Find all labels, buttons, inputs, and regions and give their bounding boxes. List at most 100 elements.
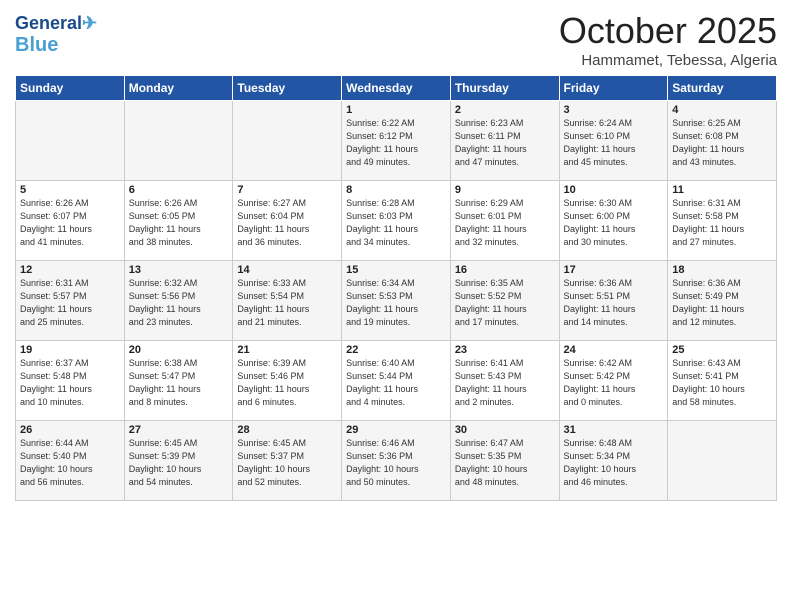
calendar-cell: 22Sunrise: 6:40 AM Sunset: 5:44 PM Dayli… [342,341,451,421]
day-number: 18 [672,264,772,276]
calendar-cell: 18Sunrise: 6:36 AM Sunset: 5:49 PM Dayli… [668,261,777,341]
day-info: Sunrise: 6:34 AM Sunset: 5:53 PM Dayligh… [346,277,446,329]
weekday-header-sunday: Sunday [16,76,125,101]
weekday-header-friday: Friday [559,76,668,101]
day-info: Sunrise: 6:36 AM Sunset: 5:49 PM Dayligh… [672,277,772,329]
day-number: 24 [564,344,664,356]
calendar-cell: 13Sunrise: 6:32 AM Sunset: 5:56 PM Dayli… [124,261,233,341]
day-number: 26 [20,424,120,436]
logo-blue: Blue [15,34,97,56]
day-number: 20 [129,344,229,356]
day-info: Sunrise: 6:42 AM Sunset: 5:42 PM Dayligh… [564,357,664,409]
calendar-cell: 27Sunrise: 6:45 AM Sunset: 5:39 PM Dayli… [124,421,233,501]
day-info: Sunrise: 6:29 AM Sunset: 6:01 PM Dayligh… [455,197,555,249]
day-number: 16 [455,264,555,276]
calendar-cell: 3Sunrise: 6:24 AM Sunset: 6:10 PM Daylig… [559,101,668,181]
day-info: Sunrise: 6:37 AM Sunset: 5:48 PM Dayligh… [20,357,120,409]
day-number: 4 [672,104,772,116]
day-info: Sunrise: 6:24 AM Sunset: 6:10 PM Dayligh… [564,117,664,169]
day-number: 27 [129,424,229,436]
calendar-week-0: 1Sunrise: 6:22 AM Sunset: 6:12 PM Daylig… [16,101,777,181]
logo-text: General✈ [15,14,97,34]
day-number: 17 [564,264,664,276]
calendar-cell: 19Sunrise: 6:37 AM Sunset: 5:48 PM Dayli… [16,341,125,421]
weekday-header-row: SundayMondayTuesdayWednesdayThursdayFrid… [16,76,777,101]
calendar-cell: 26Sunrise: 6:44 AM Sunset: 5:40 PM Dayli… [16,421,125,501]
day-info: Sunrise: 6:36 AM Sunset: 5:51 PM Dayligh… [564,277,664,329]
day-number: 13 [129,264,229,276]
day-info: Sunrise: 6:30 AM Sunset: 6:00 PM Dayligh… [564,197,664,249]
day-info: Sunrise: 6:35 AM Sunset: 5:52 PM Dayligh… [455,277,555,329]
day-number: 19 [20,344,120,356]
day-number: 7 [237,184,337,196]
calendar-cell: 21Sunrise: 6:39 AM Sunset: 5:46 PM Dayli… [233,341,342,421]
day-info: Sunrise: 6:26 AM Sunset: 6:05 PM Dayligh… [129,197,229,249]
calendar-cell: 14Sunrise: 6:33 AM Sunset: 5:54 PM Dayli… [233,261,342,341]
day-info: Sunrise: 6:38 AM Sunset: 5:47 PM Dayligh… [129,357,229,409]
calendar-cell: 5Sunrise: 6:26 AM Sunset: 6:07 PM Daylig… [16,181,125,261]
calendar-cell: 23Sunrise: 6:41 AM Sunset: 5:43 PM Dayli… [450,341,559,421]
calendar-cell: 11Sunrise: 6:31 AM Sunset: 5:58 PM Dayli… [668,181,777,261]
day-number: 12 [20,264,120,276]
day-number: 22 [346,344,446,356]
weekday-header-saturday: Saturday [668,76,777,101]
title-block: October 2025 Hammamet, Tebessa, Algeria [559,10,777,69]
day-info: Sunrise: 6:40 AM Sunset: 5:44 PM Dayligh… [346,357,446,409]
calendar-cell: 1Sunrise: 6:22 AM Sunset: 6:12 PM Daylig… [342,101,451,181]
day-info: Sunrise: 6:43 AM Sunset: 5:41 PM Dayligh… [672,357,772,409]
day-info: Sunrise: 6:45 AM Sunset: 5:39 PM Dayligh… [129,437,229,489]
day-number: 15 [346,264,446,276]
day-number: 31 [564,424,664,436]
day-number: 29 [346,424,446,436]
calendar-cell [16,101,125,181]
calendar-week-1: 5Sunrise: 6:26 AM Sunset: 6:07 PM Daylig… [16,181,777,261]
page-container: General✈ Blue October 2025 Hammamet, Teb… [0,0,792,511]
day-info: Sunrise: 6:47 AM Sunset: 5:35 PM Dayligh… [455,437,555,489]
calendar-cell: 29Sunrise: 6:46 AM Sunset: 5:36 PM Dayli… [342,421,451,501]
weekday-header-tuesday: Tuesday [233,76,342,101]
day-info: Sunrise: 6:46 AM Sunset: 5:36 PM Dayligh… [346,437,446,489]
calendar-cell: 24Sunrise: 6:42 AM Sunset: 5:42 PM Dayli… [559,341,668,421]
day-info: Sunrise: 6:41 AM Sunset: 5:43 PM Dayligh… [455,357,555,409]
day-info: Sunrise: 6:44 AM Sunset: 5:40 PM Dayligh… [20,437,120,489]
calendar-cell: 9Sunrise: 6:29 AM Sunset: 6:01 PM Daylig… [450,181,559,261]
day-number: 2 [455,104,555,116]
weekday-header-wednesday: Wednesday [342,76,451,101]
day-number: 5 [20,184,120,196]
day-info: Sunrise: 6:26 AM Sunset: 6:07 PM Dayligh… [20,197,120,249]
calendar-cell: 31Sunrise: 6:48 AM Sunset: 5:34 PM Dayli… [559,421,668,501]
day-number: 14 [237,264,337,276]
calendar-table: SundayMondayTuesdayWednesdayThursdayFrid… [15,75,777,501]
day-info: Sunrise: 6:39 AM Sunset: 5:46 PM Dayligh… [237,357,337,409]
day-info: Sunrise: 6:27 AM Sunset: 6:04 PM Dayligh… [237,197,337,249]
day-info: Sunrise: 6:22 AM Sunset: 6:12 PM Dayligh… [346,117,446,169]
calendar-cell: 28Sunrise: 6:45 AM Sunset: 5:37 PM Dayli… [233,421,342,501]
day-info: Sunrise: 6:45 AM Sunset: 5:37 PM Dayligh… [237,437,337,489]
weekday-header-thursday: Thursday [450,76,559,101]
day-info: Sunrise: 6:28 AM Sunset: 6:03 PM Dayligh… [346,197,446,249]
calendar-cell: 10Sunrise: 6:30 AM Sunset: 6:00 PM Dayli… [559,181,668,261]
day-number: 10 [564,184,664,196]
calendar-cell: 16Sunrise: 6:35 AM Sunset: 5:52 PM Dayli… [450,261,559,341]
calendar-week-4: 26Sunrise: 6:44 AM Sunset: 5:40 PM Dayli… [16,421,777,501]
calendar-cell: 15Sunrise: 6:34 AM Sunset: 5:53 PM Dayli… [342,261,451,341]
calendar-cell: 12Sunrise: 6:31 AM Sunset: 5:57 PM Dayli… [16,261,125,341]
day-info: Sunrise: 6:33 AM Sunset: 5:54 PM Dayligh… [237,277,337,329]
day-info: Sunrise: 6:23 AM Sunset: 6:11 PM Dayligh… [455,117,555,169]
day-number: 21 [237,344,337,356]
calendar-week-3: 19Sunrise: 6:37 AM Sunset: 5:48 PM Dayli… [16,341,777,421]
day-number: 30 [455,424,555,436]
header: General✈ Blue October 2025 Hammamet, Teb… [15,10,777,69]
day-number: 3 [564,104,664,116]
day-number: 1 [346,104,446,116]
calendar-cell: 4Sunrise: 6:25 AM Sunset: 6:08 PM Daylig… [668,101,777,181]
calendar-cell: 25Sunrise: 6:43 AM Sunset: 5:41 PM Dayli… [668,341,777,421]
logo: General✈ Blue [15,14,97,56]
day-number: 9 [455,184,555,196]
day-info: Sunrise: 6:48 AM Sunset: 5:34 PM Dayligh… [564,437,664,489]
day-info: Sunrise: 6:31 AM Sunset: 5:57 PM Dayligh… [20,277,120,329]
calendar-cell: 7Sunrise: 6:27 AM Sunset: 6:04 PM Daylig… [233,181,342,261]
day-number: 8 [346,184,446,196]
day-info: Sunrise: 6:32 AM Sunset: 5:56 PM Dayligh… [129,277,229,329]
location: Hammamet, Tebessa, Algeria [559,52,777,69]
